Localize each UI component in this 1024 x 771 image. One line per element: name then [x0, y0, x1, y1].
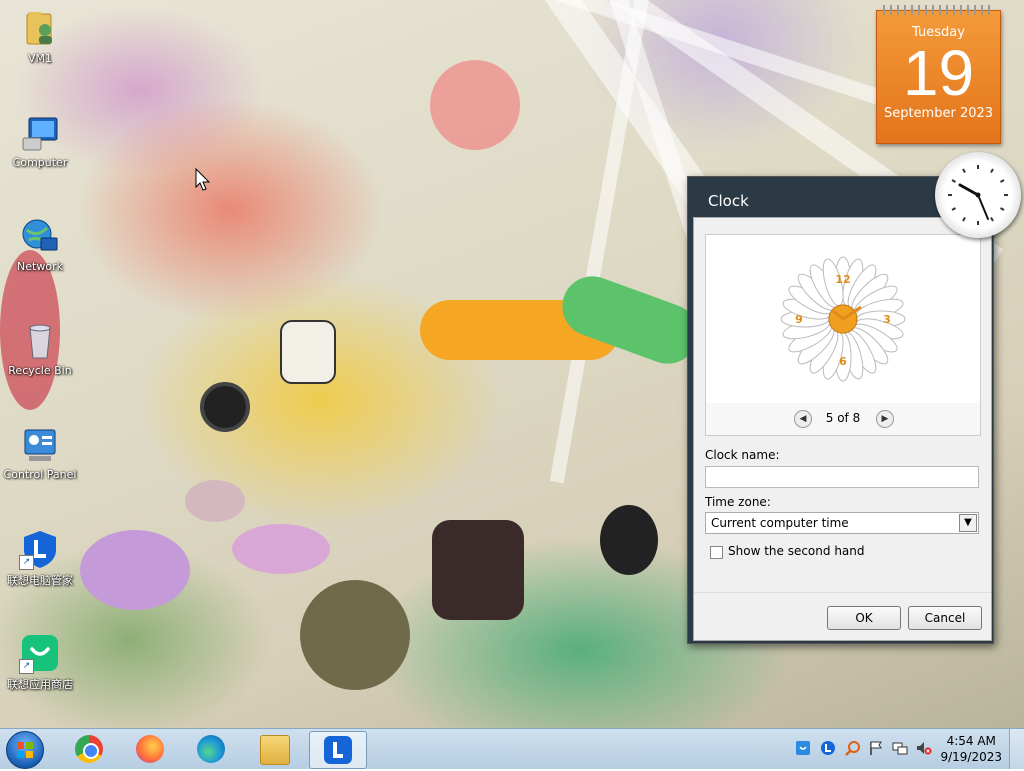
wallpaper-rice-cooker [280, 320, 336, 384]
tray-network-icon[interactable] [892, 740, 908, 756]
dialog-title: Clock [708, 192, 749, 210]
dialog-separator [694, 592, 991, 593]
mouse-cursor-icon [195, 168, 211, 191]
clock-numeral: 9 [795, 313, 803, 326]
clock-numeral: 3 [883, 313, 891, 326]
tray-lenovo-l-icon[interactable] [820, 740, 836, 756]
wallpaper-pink-blob [430, 60, 520, 150]
clock-numeral: 12 [835, 273, 850, 286]
desktop-icon-label: Computer [12, 156, 68, 169]
clock-numeral: 6 [839, 355, 847, 368]
desktop-icon-label: Control Panel [3, 468, 77, 481]
file-explorer-icon [260, 735, 290, 765]
firefox-icon [136, 735, 164, 763]
clock-tick [962, 168, 966, 173]
edge-icon [197, 735, 225, 763]
time-zone-label: Time zone: [705, 495, 771, 509]
clock-tick [951, 207, 956, 211]
cancel-button[interactable]: Cancel [908, 606, 982, 630]
clock-options-dialog: Clock 12 3 6 9 ◀ 5 of 8 ▶ Clock name: Ti… [687, 176, 994, 644]
taskbar-date: 9/19/2023 [940, 750, 1002, 764]
daisy-clock-face-icon: 12 3 6 9 [780, 256, 906, 382]
analog-clock-face-icon [948, 165, 1008, 225]
app-store-icon: ↗ [19, 632, 61, 674]
clock-style-pager: ◀ 5 of 8 ▶ [705, 403, 981, 436]
chevron-down-icon[interactable]: ▼ [959, 514, 977, 532]
desktop-icon-control-panel[interactable]: Control Panel [0, 424, 80, 481]
taskbar-app-lenovo[interactable] [309, 731, 367, 769]
taskbar: 4:54 AM 9/19/2023 [0, 728, 1024, 769]
desktop-icon-label: Recycle Bin [8, 364, 72, 377]
dialog-body: 12 3 6 9 ◀ 5 of 8 ▶ Clock name: Time zon… [693, 217, 992, 641]
clock-tick [1000, 207, 1005, 211]
desktop-icon-network[interactable]: Network [0, 216, 80, 273]
desktop-icon-computer[interactable]: Computer [0, 112, 80, 169]
desktop-icon-label: 联想应用商店 [7, 678, 73, 691]
tray-action-center-flag-icon[interactable] [868, 740, 884, 756]
taskbar-time: 4:54 AM [946, 734, 996, 748]
wallpaper-jelly [185, 480, 245, 522]
network-globe-icon [19, 216, 61, 258]
chrome-icon [75, 735, 103, 763]
time-zone-selected-value: Current computer time [711, 516, 849, 530]
next-clock-button[interactable]: ▶ [876, 410, 894, 428]
tray-volume-muted-icon[interactable] [916, 740, 932, 756]
calendar-gadget[interactable]: Tuesday 19 September 2023 [876, 5, 1001, 144]
control-panel-icon [19, 424, 61, 466]
show-second-hand-label[interactable]: Show the second hand [728, 544, 865, 558]
clock-name-label: Clock name: [705, 448, 780, 462]
wallpaper-bubble [300, 580, 410, 690]
taskbar-clock[interactable]: 4:54 AM 9/19/2023 [940, 733, 1002, 765]
desktop-icon-label: 联想电脑管家 [7, 574, 73, 587]
wallpaper-character [600, 505, 658, 575]
recycle-bin-icon [19, 320, 61, 362]
clock-tick [990, 168, 994, 173]
taskbar-app-edge[interactable] [186, 731, 236, 767]
analog-clock-gadget[interactable] [935, 152, 1021, 238]
tray-search-magnifier-icon[interactable] [845, 740, 861, 756]
shortcut-arrow-icon: ↗ [19, 555, 34, 570]
wallpaper-jelly [80, 530, 190, 610]
desktop-icon-lenovo-app-store[interactable]: ↗ 联想应用商店 [0, 632, 80, 692]
wallpaper-pot [432, 520, 524, 620]
desktop-icon-recycle-bin[interactable]: Recycle Bin [0, 320, 80, 377]
user-folder-icon [19, 8, 61, 50]
start-button[interactable] [6, 731, 44, 769]
shortcut-arrow-icon: ↗ [19, 659, 34, 674]
ok-button[interactable]: OK [827, 606, 901, 630]
time-zone-select[interactable]: Current computer time ▼ [705, 512, 979, 534]
desktop-icon-label: Network [17, 260, 63, 273]
desktop-icon-label: VM1 [27, 52, 52, 65]
computer-icon [19, 112, 61, 154]
desktop-icon-lenovo-pc-manager[interactable]: ↗ 联想电脑管家 [0, 528, 80, 588]
wallpaper-record [200, 382, 250, 432]
clock-style-page-indicator: 5 of 8 [825, 411, 861, 425]
lenovo-icon [324, 736, 352, 764]
clock-tick [990, 217, 994, 222]
clock-tick [1000, 179, 1005, 183]
clock-name-input[interactable] [705, 466, 979, 488]
clock-tick [951, 179, 956, 183]
calendar-binding-rings [883, 5, 994, 15]
show-second-hand-checkbox[interactable] [710, 546, 723, 559]
tray-lenovo-shield-icon[interactable] [795, 740, 811, 756]
windows-logo-icon [17, 742, 33, 758]
taskbar-app-file-explorer[interactable] [249, 731, 299, 767]
show-desktop-button[interactable] [1009, 729, 1024, 769]
lenovo-shield-icon: ↗ [19, 528, 61, 570]
taskbar-app-chrome[interactable] [64, 731, 114, 767]
desktop-icon-vm1[interactable]: VM1 [0, 8, 80, 65]
taskbar-app-firefox[interactable] [125, 731, 175, 767]
clock-style-preview: 12 3 6 9 [705, 234, 981, 404]
clock-tick [962, 217, 966, 222]
wallpaper-jelly [232, 524, 330, 574]
calendar-day: 19 [902, 37, 975, 109]
calendar-month-year: September 2023 [883, 106, 994, 121]
